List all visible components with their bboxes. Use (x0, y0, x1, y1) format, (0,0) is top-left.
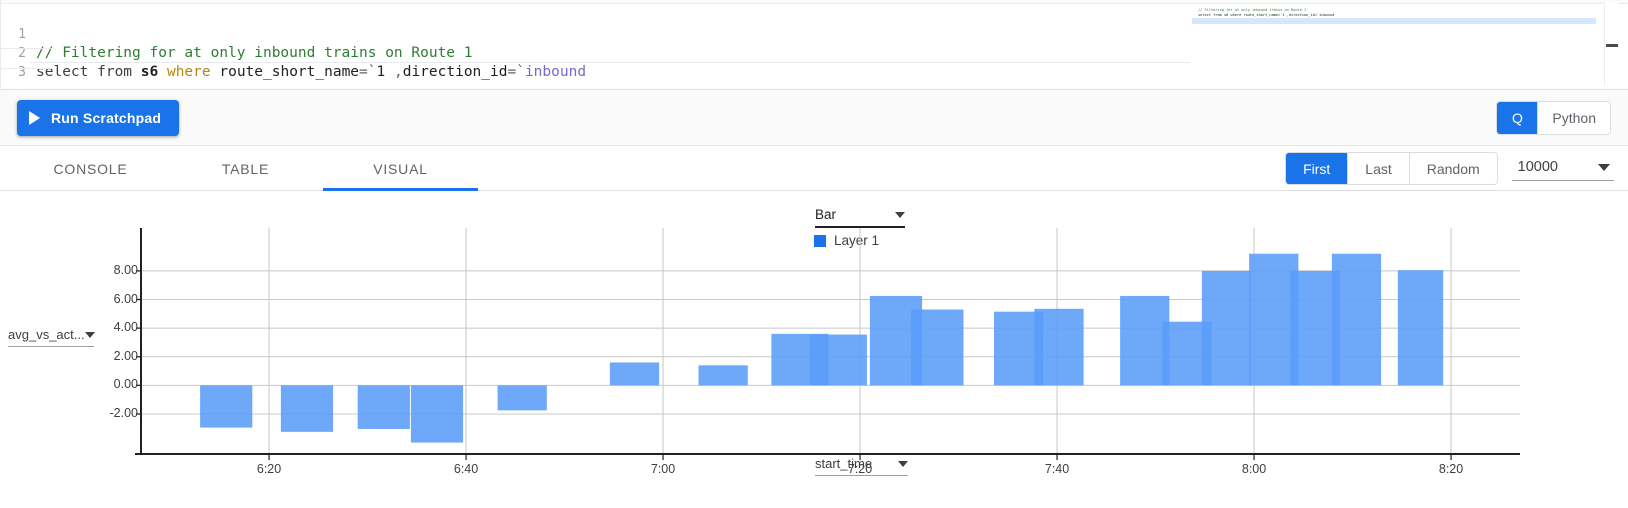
caret-line-rule (30, 62, 1190, 63)
code-lines[interactable]: 1 // Filtering for at only inbound train… (0, 6, 1190, 86)
scratchpad-app: 1 // Filtering for at only inbound train… (0, 0, 1628, 508)
x-tick-label: 8:20 (1421, 462, 1481, 476)
editor-toolbar (0, 90, 1628, 146)
row-sample-segment: First Last Random (1285, 152, 1498, 185)
code-line-3[interactable]: 3 (0, 44, 1190, 63)
minimap-line-1: // Filtering for at only inbound trains … (1198, 8, 1306, 13)
minimap-line-2: select from s6 where route_short_name=`1… (1198, 13, 1334, 18)
bar-18 (1332, 254, 1381, 386)
tab-table[interactable]: TABLE (168, 146, 323, 191)
y-tick-label: -2.00 (110, 406, 139, 420)
y-tick-label: 6.00 (114, 292, 138, 306)
editor-rule-a (0, 48, 52, 49)
x-tick-label: 7:40 (1027, 462, 1087, 476)
bar-2 (358, 385, 410, 429)
code-line-1[interactable]: 1 // Filtering for at only inbound train… (0, 6, 1190, 25)
bar-8 (810, 335, 867, 386)
sample-first-button[interactable]: First (1286, 153, 1347, 184)
x-tick-label: 7:00 (633, 462, 693, 476)
y-tick-label: 2.00 (114, 349, 138, 363)
visual-panel: Bar Layer 1 avg_vs_act... start_time 8.0… (0, 191, 1628, 508)
bar-1 (281, 385, 333, 432)
tab-visual[interactable]: VISUAL (323, 146, 478, 191)
line-number: 3 (0, 63, 26, 82)
run-scratchpad-button[interactable]: Run Scratchpad (17, 100, 179, 136)
sample-last-button[interactable]: Last (1347, 153, 1408, 184)
bar-chart-plot (0, 191, 1628, 471)
code-line-2[interactable]: 2 select from s6 where route_short_name=… (0, 25, 1190, 44)
editor-rule-b (0, 68, 52, 69)
x-tick-label: 6:40 (436, 462, 496, 476)
x-tick-label: 7:20 (830, 462, 890, 476)
bar-3 (411, 385, 463, 442)
bar-10 (911, 310, 963, 386)
play-icon (29, 111, 40, 125)
bar-12 (1034, 309, 1083, 386)
y-tick-label: 4.00 (114, 320, 138, 334)
x-tick-label: 8:00 (1224, 462, 1284, 476)
result-tabs-row: CONSOLE TABLE VISUAL First Last Random 1… (0, 146, 1628, 191)
bar-15 (1202, 271, 1251, 385)
editor-minimap[interactable]: // Filtering for at only inbound trains … (1192, 4, 1602, 88)
bar-0 (200, 385, 252, 427)
language-option-python[interactable]: Python (1537, 102, 1610, 134)
tab-console[interactable]: CONSOLE (13, 146, 168, 191)
sample-random-button[interactable]: Random (1409, 153, 1497, 184)
run-scratchpad-label: Run Scratchpad (51, 110, 161, 126)
bar-13 (1120, 296, 1169, 385)
code-text: select from s6 where route_short_name=`1… (36, 63, 1190, 82)
y-tick-label: 8.00 (114, 263, 138, 277)
bar-19 (1398, 270, 1443, 385)
result-tabs: CONSOLE TABLE VISUAL (13, 146, 478, 191)
y-tick-label: 0.00 (114, 377, 138, 391)
row-controls: First Last Random 10000 (1285, 152, 1614, 185)
chevron-down-icon (1598, 164, 1610, 171)
minimap-selection (1192, 18, 1596, 24)
language-toggle[interactable]: Q Python (1496, 101, 1611, 135)
bar-6 (699, 365, 748, 385)
x-tick-label: 6:20 (239, 462, 299, 476)
bar-4 (498, 385, 547, 410)
editor-scrollbar-thumb[interactable] (1606, 44, 1618, 47)
row-limit-value: 10000 (1518, 159, 1558, 175)
row-limit-select[interactable]: 10000 (1512, 156, 1614, 181)
code-editor[interactable]: 1 // Filtering for at only inbound train… (0, 0, 1628, 90)
bar-5 (610, 362, 659, 385)
language-option-q[interactable]: Q (1497, 102, 1537, 134)
